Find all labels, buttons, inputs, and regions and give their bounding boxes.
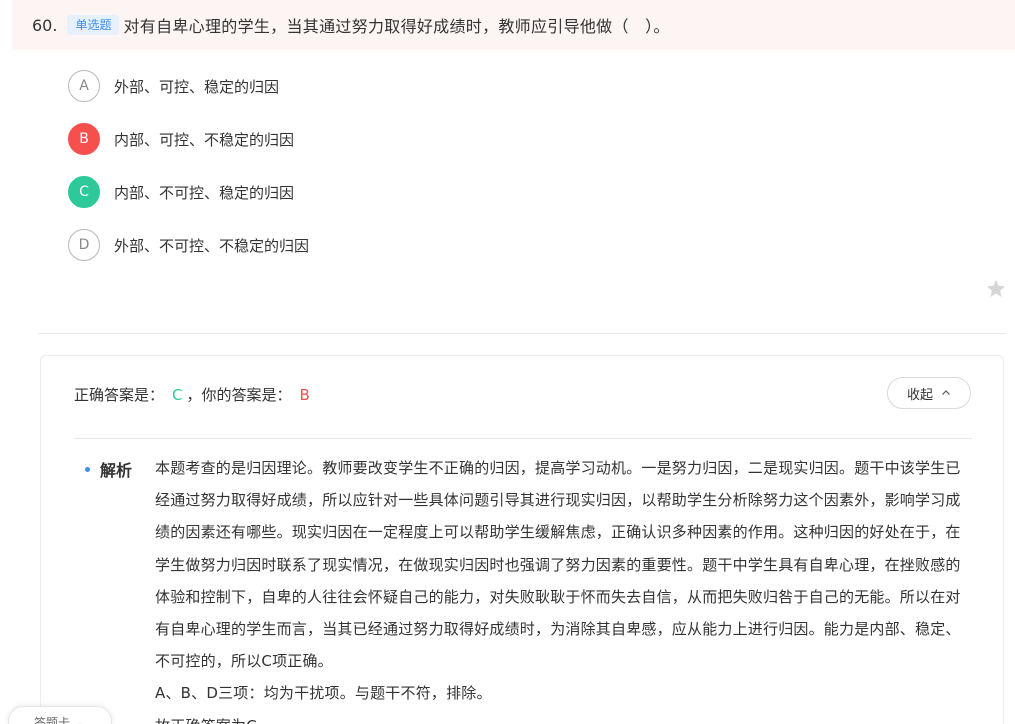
- chevron-up-icon: [942, 390, 950, 395]
- question-stem: 对有自卑心理的学生，当其通过努力取得好成绩时，教师应引导他做（ ）。: [123, 17, 670, 36]
- option-b-text: 内部、可控、不稳定的归因: [114, 130, 295, 149]
- answer-card-label: 答题卡: [33, 716, 70, 724]
- option-a[interactable]: A 外部、可控、稳定的归因: [68, 70, 279, 102]
- correct-answer-label: 正确答案是：: [74, 386, 165, 404]
- analysis-label: 解析: [100, 461, 133, 480]
- option-b[interactable]: B 内部、可控、不稳定的归因: [68, 123, 294, 155]
- answer-card-tab[interactable]: 答题卡 ︿: [8, 706, 112, 724]
- section-divider: [38, 333, 1005, 334]
- analysis-heading: 解析: [85, 457, 132, 481]
- collapse-button[interactable]: 收起: [887, 377, 971, 409]
- collapse-button-label: 收起: [906, 387, 933, 403]
- card-divider: [74, 438, 972, 439]
- option-d[interactable]: D 外部、不可控、不稳定的归因: [68, 229, 309, 261]
- your-answer-label: 你的答案是：: [201, 386, 292, 404]
- option-c[interactable]: C 内部、不可控、稳定的归因: [68, 176, 294, 208]
- option-a-letter[interactable]: A: [68, 70, 100, 102]
- answer-summary: 正确答案是： C ， 你的答案是： B: [74, 384, 310, 405]
- answer-separator: ，: [186, 386, 202, 404]
- correct-answer-value: C: [172, 385, 183, 404]
- question-type-badge: 单选题: [67, 15, 120, 35]
- option-d-letter[interactable]: D: [68, 229, 100, 261]
- option-d-text: 外部、不可控、不稳定的归因: [114, 236, 310, 255]
- analysis-card: 正确答案是： C ， 你的答案是： B 收起 解析 本题考查的是归因理论。教师要…: [40, 355, 1004, 724]
- question-page: 60. 单选题 对有自卑心理的学生，当其通过努力取得好成绩时，教师应引导他做（ …: [0, 0, 1015, 724]
- option-c-text: 内部、不可控、稳定的归因: [114, 183, 295, 202]
- question-header: 60. 单选题 对有自卑心理的学生，当其通过努力取得好成绩时，教师应引导他做（ …: [12, 0, 1015, 50]
- your-answer-value: B: [299, 385, 310, 404]
- analysis-text: 本题考查的是归因理论。教师要改变学生不正确的归因，提高学习动机。一是努力归因，二…: [155, 452, 963, 724]
- analysis-paragraph: 故正确答案为C。: [155, 710, 963, 724]
- option-a-text: 外部、可控、稳定的归因: [114, 77, 280, 96]
- question-number: 60.: [32, 15, 58, 35]
- analysis-paragraph: A、B、D三项：均为干扰项。与题干不符，排除。: [155, 684, 492, 703]
- star-icon[interactable]: [985, 278, 1007, 300]
- option-c-letter[interactable]: C: [68, 176, 100, 208]
- option-b-letter[interactable]: B: [68, 123, 100, 155]
- bullet-icon: [85, 466, 90, 472]
- analysis-paragraph: 本题考查的是归因理论。教师要改变学生不正确的归因，提高学习动机。一是努力归因，二…: [155, 459, 961, 671]
- chevron-up-icon: ︿: [74, 716, 87, 724]
